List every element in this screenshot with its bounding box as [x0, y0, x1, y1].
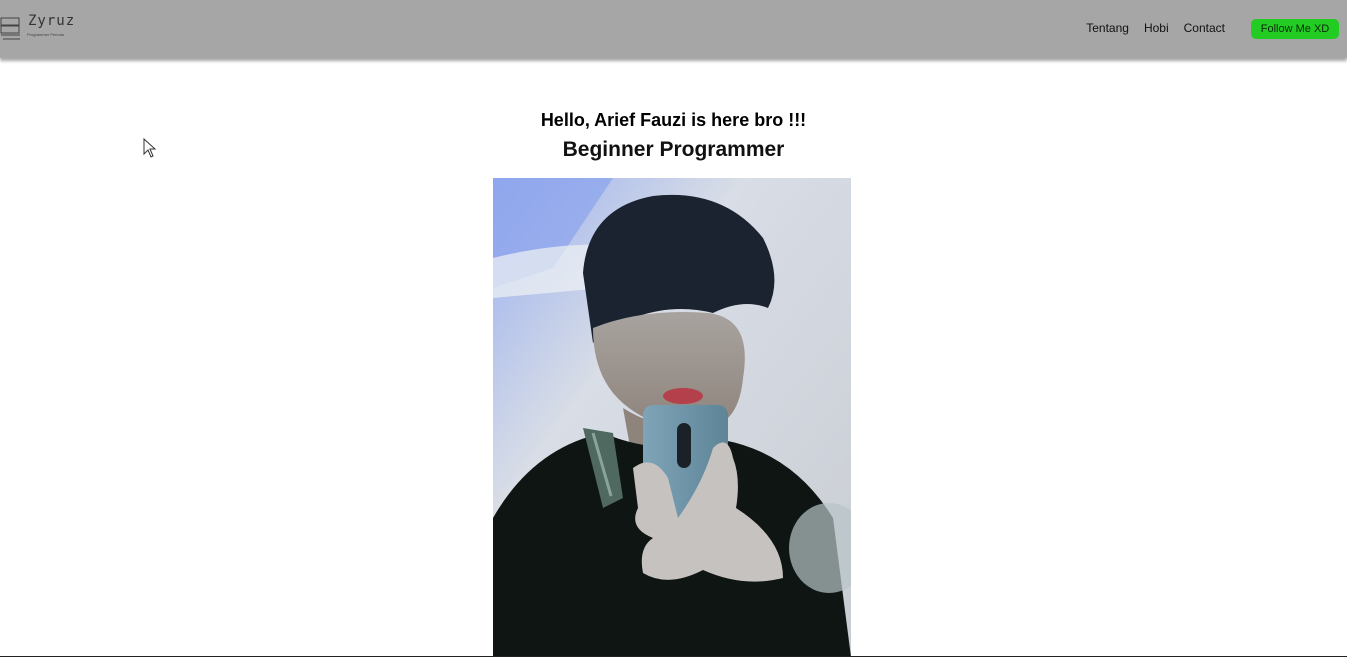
nav-link-hobi[interactable]: Hobi: [1144, 21, 1169, 35]
profile-photo: [493, 178, 851, 657]
site-logo[interactable]: Zyruz Programmer Pemula: [0, 13, 74, 43]
hero-title: Beginner Programmer: [562, 138, 785, 161]
logo-subtext: Programmer Pemula: [27, 32, 64, 37]
navbar: Zyruz Programmer Pemula Tentang Hobi Con…: [0, 0, 1347, 58]
greeting-text: Hello, Arief Fauzi is here bro !!!: [540, 110, 807, 130]
nav-link-contact[interactable]: Contact: [1184, 21, 1225, 35]
mouse-cursor-icon: [143, 138, 157, 158]
profile-photo-illustration: [493, 178, 851, 657]
nav-link-tentang[interactable]: Tentang: [1086, 21, 1129, 35]
nav-links: Tentang Hobi Contact: [1086, 21, 1225, 35]
logo-text: Zyruz: [28, 13, 76, 29]
logo-icon: [0, 17, 20, 40]
follow-me-button[interactable]: Follow Me XD: [1251, 19, 1339, 39]
